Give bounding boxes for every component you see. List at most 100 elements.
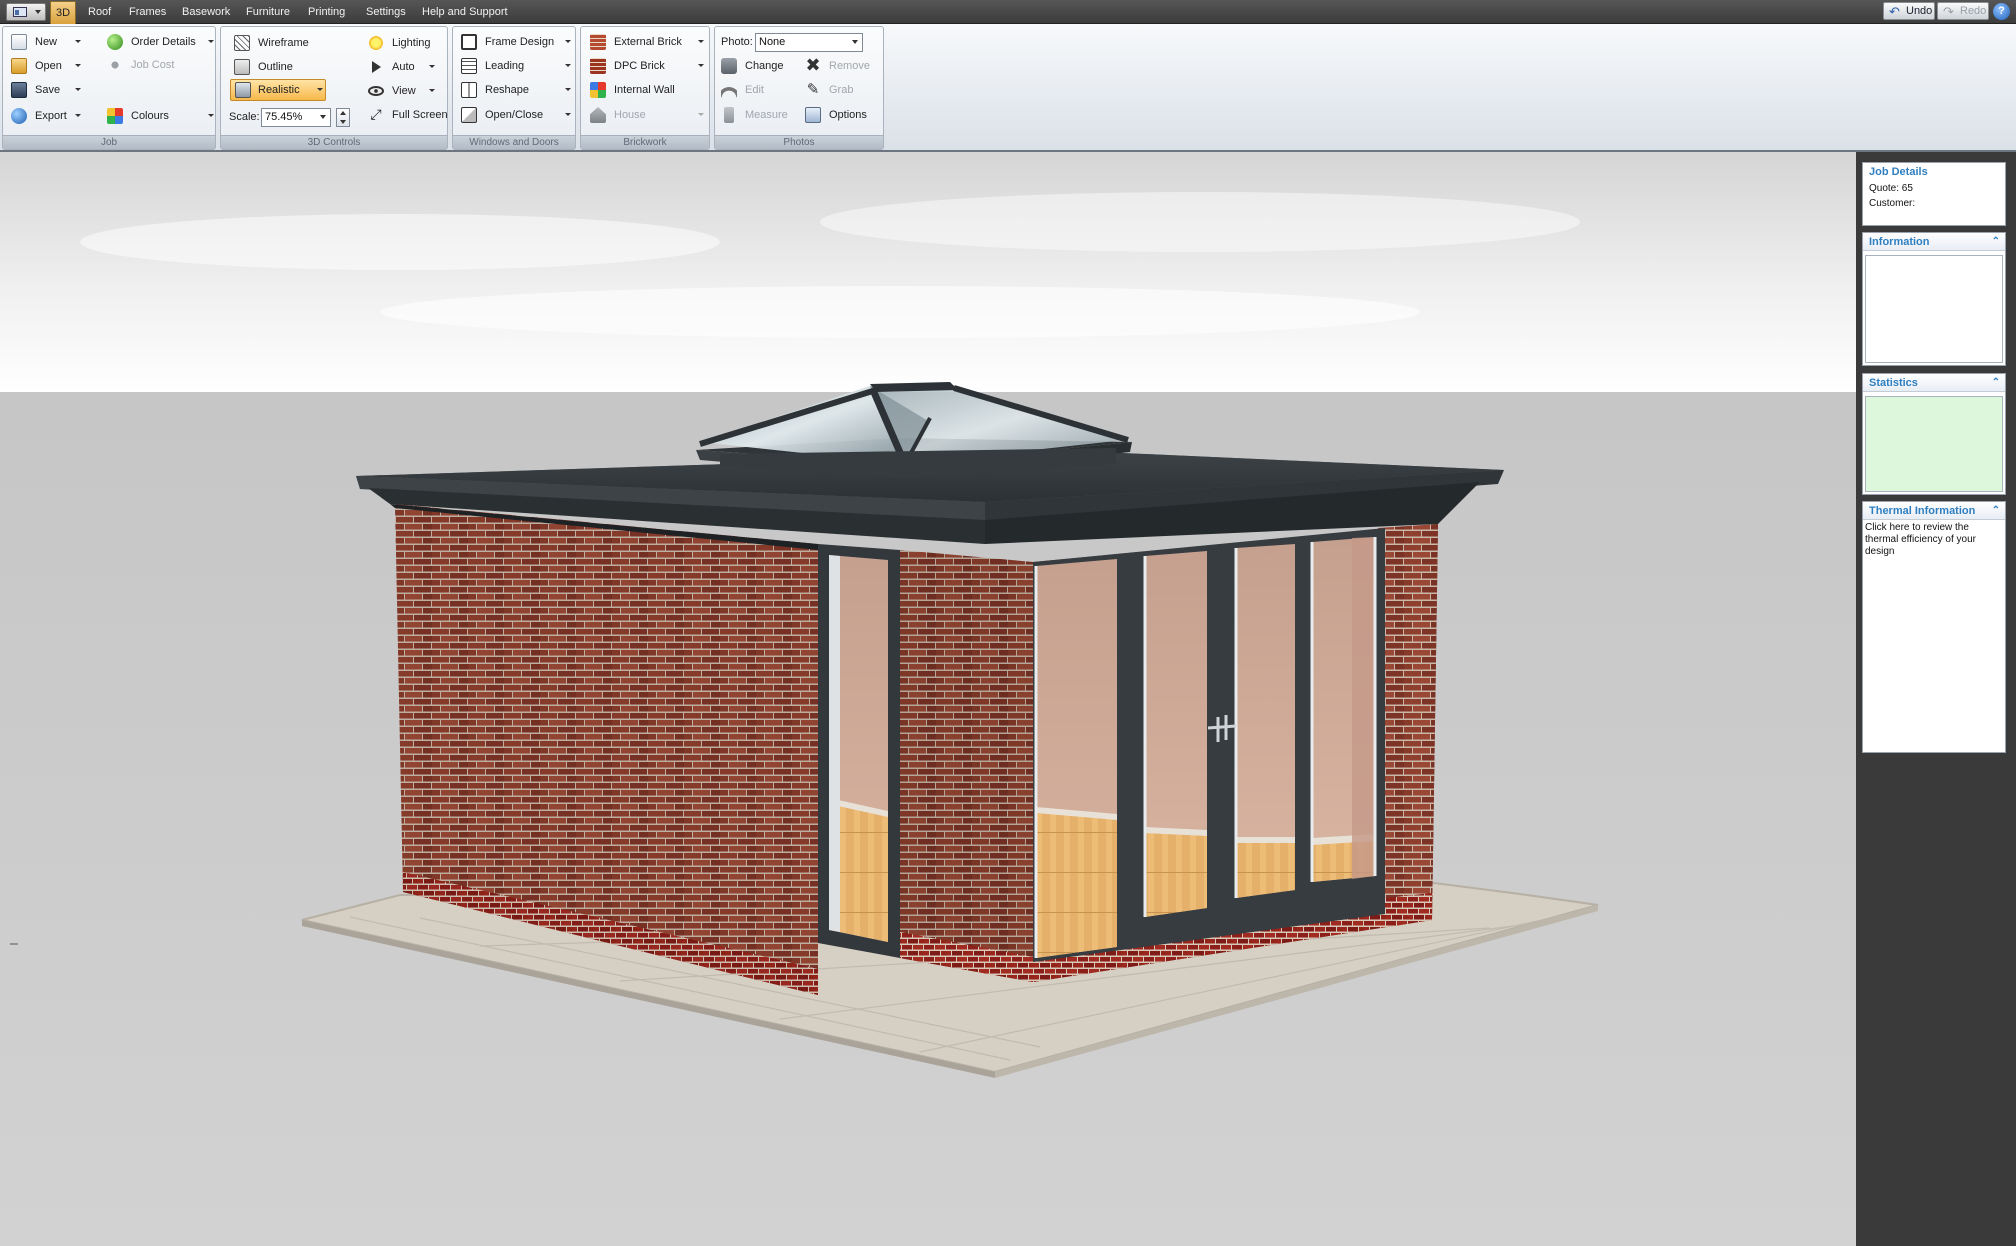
- options-button[interactable]: Options: [805, 105, 879, 125]
- chevron-down-icon: [75, 88, 81, 91]
- scale-select[interactable]: 75.45%: [261, 108, 331, 127]
- collapse-chevron-icon[interactable]: ⌃: [1992, 502, 2000, 520]
- grab-button[interactable]: ✎ Grab: [805, 80, 879, 100]
- internal-wall-label: Internal Wall: [614, 84, 675, 96]
- chevron-down-icon: [698, 113, 704, 116]
- outline-label: Outline: [258, 61, 293, 73]
- chevron-down-icon: [565, 113, 571, 116]
- interior-floor: [840, 802, 888, 942]
- frame-design-button[interactable]: Frame Design: [461, 32, 573, 52]
- scale-stepper[interactable]: [336, 108, 350, 127]
- reshape-label: Reshape: [485, 84, 530, 96]
- export-globe-icon: [11, 108, 27, 124]
- redo-button[interactable]: ↷ Redo: [1937, 2, 1989, 20]
- tab-furniture[interactable]: Furniture: [246, 0, 290, 24]
- auto-label: Auto: [392, 61, 415, 73]
- open-close-label: Open/Close: [485, 109, 544, 121]
- application-menu-button[interactable]: [6, 3, 46, 21]
- thermal-information-link[interactable]: Click here to review the thermal efficie…: [1863, 520, 2005, 560]
- cloud: [380, 286, 1420, 338]
- tab-frames[interactable]: Frames: [129, 0, 166, 24]
- chevron-down-icon: [35, 10, 41, 14]
- measure-button[interactable]: Measure: [721, 105, 791, 125]
- open-close-button[interactable]: Open/Close: [461, 105, 573, 125]
- new-button[interactable]: New: [11, 32, 83, 52]
- outline-button[interactable]: Outline: [234, 57, 314, 77]
- external-brick-button[interactable]: External Brick: [590, 32, 706, 52]
- tab-help-and-support[interactable]: Help and Support: [422, 0, 508, 24]
- leading-button[interactable]: Leading: [461, 56, 573, 76]
- chevron-up-icon: [340, 111, 346, 115]
- chevron-down-icon: [208, 114, 214, 117]
- menu-bar: 3D Roof Frames Basework Furniture Printi…: [0, 0, 2016, 24]
- 3d-viewport[interactable]: [0, 152, 1856, 1246]
- help-icon[interactable]: ?: [1993, 3, 2010, 20]
- redo-label: Redo: [1960, 5, 1987, 17]
- chevron-down-icon: [317, 88, 323, 91]
- information-title: Information: [1869, 236, 1930, 248]
- information-header[interactable]: Information ⌃: [1863, 233, 2005, 251]
- tab-roof[interactable]: Roof: [88, 0, 111, 24]
- auto-button[interactable]: Auto: [368, 57, 443, 77]
- export-button[interactable]: Export: [11, 106, 83, 126]
- open-close-icon: [461, 107, 477, 123]
- collapse-chevron-icon[interactable]: ⌃: [1992, 374, 2000, 392]
- options-icon: [805, 107, 821, 123]
- thermal-information-header[interactable]: Thermal Information ⌃: [1863, 502, 2005, 520]
- wireframe-button[interactable]: Wireframe: [234, 33, 314, 53]
- folder-icon: [11, 58, 27, 74]
- lighting-button[interactable]: Lighting: [368, 33, 443, 53]
- colours-button[interactable]: Colours: [107, 106, 214, 126]
- redo-icon: ↷: [1943, 4, 1954, 19]
- collapse-chevron-icon[interactable]: ⌃: [1992, 233, 2000, 251]
- statistics-header[interactable]: Statistics ⌃: [1863, 374, 2005, 392]
- grab-label: Grab: [829, 84, 854, 96]
- thermal-information-title: Thermal Information: [1869, 505, 1976, 517]
- eyedropper-icon: ✎: [806, 81, 820, 98]
- realistic-button[interactable]: Realistic: [230, 79, 326, 101]
- open-label: Open: [35, 60, 62, 72]
- remove-label: Remove: [829, 60, 870, 72]
- save-button[interactable]: Save: [11, 80, 83, 100]
- brick-icon: [590, 34, 606, 50]
- tab-printing[interactable]: Printing: [308, 0, 345, 24]
- job-cost-button[interactable]: Job Cost: [107, 55, 187, 75]
- group-job-label: Job: [3, 135, 215, 149]
- dpc-brick-button[interactable]: DPC Brick: [590, 56, 706, 76]
- new-label: New: [35, 36, 58, 48]
- tab-3d[interactable]: 3D: [50, 1, 77, 24]
- order-details-button[interactable]: Order Details: [107, 32, 214, 52]
- reshape-button[interactable]: Reshape: [461, 80, 573, 100]
- group-brickwork: External Brick DPC Brick Internal Wall H…: [580, 26, 710, 150]
- full-screen-label: Full Screen: [392, 109, 448, 121]
- statistics-content: [1865, 396, 2003, 492]
- edit-icon: [721, 82, 737, 98]
- conservatory-3d-model: [0, 152, 1856, 1246]
- chevron-down-icon: [698, 64, 704, 67]
- chevron-down-icon: [429, 65, 435, 68]
- change-button[interactable]: Change: [721, 56, 791, 76]
- application-icon: [13, 7, 27, 17]
- full-screen-button[interactable]: ⤢ Full Screen: [368, 105, 448, 125]
- app-window: 3D Roof Frames Basework Furniture Printi…: [0, 0, 2016, 1246]
- sky-backdrop: [0, 152, 1856, 392]
- group-brickwork-label: Brickwork: [581, 135, 709, 149]
- realistic-icon: [235, 82, 251, 98]
- internal-wall-button[interactable]: Internal Wall: [590, 80, 706, 100]
- undo-label: Undo: [1906, 5, 1933, 17]
- house-button[interactable]: House: [590, 105, 706, 125]
- remove-button[interactable]: ✖ Remove: [805, 56, 879, 76]
- edit-button[interactable]: Edit: [721, 80, 791, 100]
- tab-settings[interactable]: Settings: [366, 0, 406, 24]
- thermal-information-panel[interactable]: Thermal Information ⌃ Click here to revi…: [1862, 501, 2006, 753]
- open-button[interactable]: Open: [11, 56, 83, 76]
- new-document-icon: [11, 34, 27, 50]
- measure-label: Measure: [745, 109, 788, 121]
- undo-button[interactable]: ↶ Undo: [1883, 2, 1935, 20]
- scale-value: 75.45%: [265, 111, 303, 123]
- photo-select[interactable]: None: [755, 33, 863, 52]
- photo-value: None: [759, 36, 786, 48]
- view-button[interactable]: View: [368, 81, 443, 101]
- tab-basework[interactable]: Basework: [182, 0, 230, 24]
- view-label: View: [392, 85, 416, 97]
